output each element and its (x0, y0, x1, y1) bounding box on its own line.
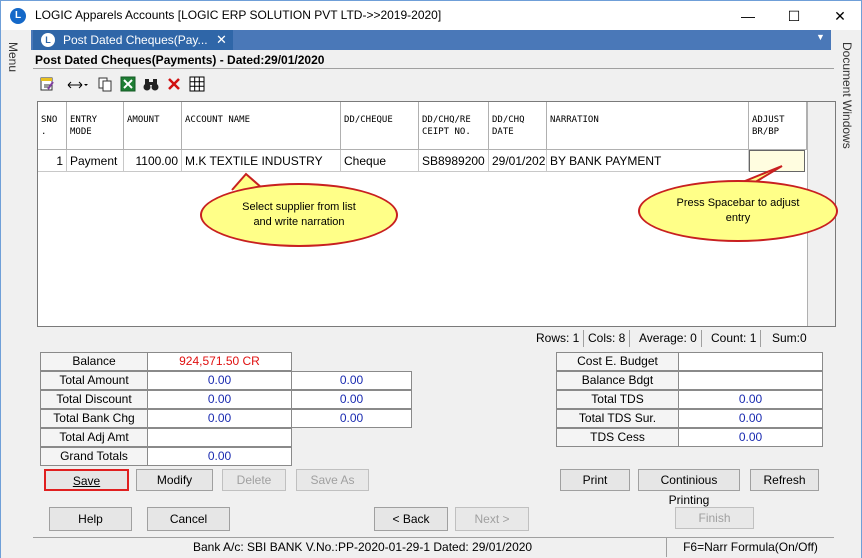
cell-adjust[interactable] (749, 150, 805, 172)
refresh-button[interactable]: Refresh (750, 469, 819, 491)
delete-button[interactable]: Delete (222, 469, 286, 491)
tds-cess-value: 0.00 (678, 428, 823, 447)
col-header-adjust[interactable]: ADJUST BR/BP (749, 102, 807, 150)
col-header-amount[interactable]: AMOUNT (124, 102, 182, 150)
heading-divider (33, 68, 834, 69)
total-tds-sur-value: 0.00 (678, 409, 823, 428)
save-as-button[interactable]: Save As (296, 469, 369, 491)
total-discount-label: Total Discount (40, 390, 148, 409)
col-header-entry-mode[interactable]: ENTRY MODE (67, 102, 124, 150)
edit-notes-icon[interactable] (37, 76, 57, 96)
title-bar: L LOGIC Apparels Accounts [LOGIC ERP SOL… (0, 0, 862, 30)
continuous-printing-button[interactable]: Continious Printing (638, 469, 740, 507)
next-button[interactable]: Next > (455, 507, 529, 531)
voucher-info: Bank A/c: SBI BANK V.No.:PP-2020-01-29-1… (193, 540, 533, 554)
tab-close-icon[interactable]: ✕ (216, 32, 227, 48)
total-amount-value-2: 0.00 (291, 371, 412, 390)
cell-chq-date[interactable]: 29/01/202 (489, 150, 547, 172)
back-button[interactable]: < Back (374, 507, 448, 531)
column-width-icon[interactable] (65, 76, 91, 96)
app-logo-icon: L (10, 8, 26, 24)
col-header-receipt-no[interactable]: DD/CHQ/RE CEIPT NO. (419, 102, 489, 150)
document-windows-toggle[interactable]: Document Windows (840, 42, 854, 149)
cost-budget-label: Cost E. Budget (556, 352, 679, 371)
col-header-narration[interactable]: NARRATION (547, 102, 749, 150)
total-tds-label: Total TDS (556, 390, 679, 409)
narr-formula-hint: F6=Narr Formula(On/Off) (666, 538, 834, 557)
modify-button[interactable]: Modify (136, 469, 213, 491)
status-count: Count: 1 (707, 330, 762, 347)
tab-post-dated-cheques[interactable]: L Post Dated Cheques(Pay... ✕ (33, 30, 233, 50)
grand-totals-value: 0.00 (147, 447, 292, 466)
cell-narration[interactable]: BY BANK PAYMENT (547, 150, 749, 172)
left-rail (0, 30, 31, 558)
grand-totals-label: Grand Totals (40, 447, 148, 466)
callout-select-supplier: Select supplier from list and write narr… (200, 183, 398, 247)
total-tds-sur-label: Total TDS Sur. (556, 409, 679, 428)
col-header-dd-cheque[interactable]: DD/CHEQUE (341, 102, 419, 150)
delete-row-icon[interactable] (164, 76, 184, 96)
menu-toggle[interactable]: Menu (6, 42, 20, 72)
finish-button[interactable]: Finish (675, 507, 754, 529)
callout-select-supplier-text: Select supplier from list and write narr… (242, 201, 356, 228)
balance-bdgt-value (678, 371, 823, 390)
help-button[interactable]: Help (49, 507, 132, 531)
copy-icon[interactable] (95, 76, 115, 96)
total-discount-value-2: 0.00 (291, 390, 412, 409)
print-button[interactable]: Print (560, 469, 630, 491)
total-bank-chg-value-2: 0.00 (291, 409, 412, 428)
balance-label: Balance (40, 352, 148, 371)
cell-entry-mode[interactable]: Payment (67, 150, 124, 172)
window-title: LOGIC Apparels Accounts [LOGIC ERP SOLUT… (35, 8, 442, 22)
status-rows: Rows: 1 (532, 330, 585, 347)
cell-dd-cheque[interactable]: Cheque (341, 150, 419, 172)
total-amount-value: 0.00 (147, 371, 292, 390)
cell-amount[interactable]: 1100.00 (124, 150, 182, 172)
tab-label: Post Dated Cheques(Pay... (63, 33, 208, 47)
balance-value: 924,571.50 CR (147, 352, 292, 371)
cell-account-name[interactable]: M.K TEXTILE INDUSTRY (182, 150, 341, 172)
cancel-button[interactable]: Cancel (147, 507, 230, 531)
maximize-button[interactable]: ☐ (771, 1, 817, 31)
cell-sno[interactable]: 1 (38, 150, 67, 172)
status-sum: Sum:0 (772, 331, 807, 345)
total-bank-chg-label: Total Bank Chg (40, 409, 148, 428)
binoculars-find-icon[interactable] (141, 76, 161, 96)
total-bank-chg-value: 0.00 (147, 409, 292, 428)
cell-receipt-no[interactable]: SB8989200 (419, 150, 489, 172)
cost-budget-value (678, 352, 823, 371)
bottom-statusbar: Bank A/c: SBI BANK V.No.:PP-2020-01-29-1… (33, 537, 834, 557)
close-button[interactable]: ✕ (817, 1, 862, 31)
balance-bdgt-label: Balance Bdgt (556, 371, 679, 390)
tab-dropdown-icon[interactable]: ▼ (816, 32, 825, 42)
status-average: Average: 0 (635, 330, 702, 347)
form-heading: Post Dated Cheques(Payments) - Dated:29/… (35, 53, 325, 67)
total-adj-amt-label: Total Adj Amt (40, 428, 148, 447)
grid-layout-icon[interactable] (187, 76, 207, 96)
total-adj-amt-value (147, 428, 292, 447)
excel-export-icon[interactable] (118, 76, 138, 96)
tds-cess-label: TDS Cess (556, 428, 679, 447)
callout-press-spacebar: Press Spacebar to adjust entry (638, 180, 838, 242)
col-header-sno[interactable]: SNO . (38, 102, 67, 150)
total-tds-value: 0.00 (678, 390, 823, 409)
minimize-button[interactable]: — (725, 1, 771, 31)
total-amount-label: Total Amount (40, 371, 148, 390)
col-header-account-name[interactable]: ACCOUNT NAME (182, 102, 341, 150)
col-header-chq-date[interactable]: DD/CHQ DATE (489, 102, 547, 150)
tab-logo-icon: L (41, 33, 55, 47)
save-button[interactable]: Save (44, 469, 129, 491)
status-cols: Cols: 8 (584, 330, 631, 347)
callout-press-spacebar-text: Press Spacebar to adjust entry (676, 197, 800, 224)
total-discount-value: 0.00 (147, 390, 292, 409)
